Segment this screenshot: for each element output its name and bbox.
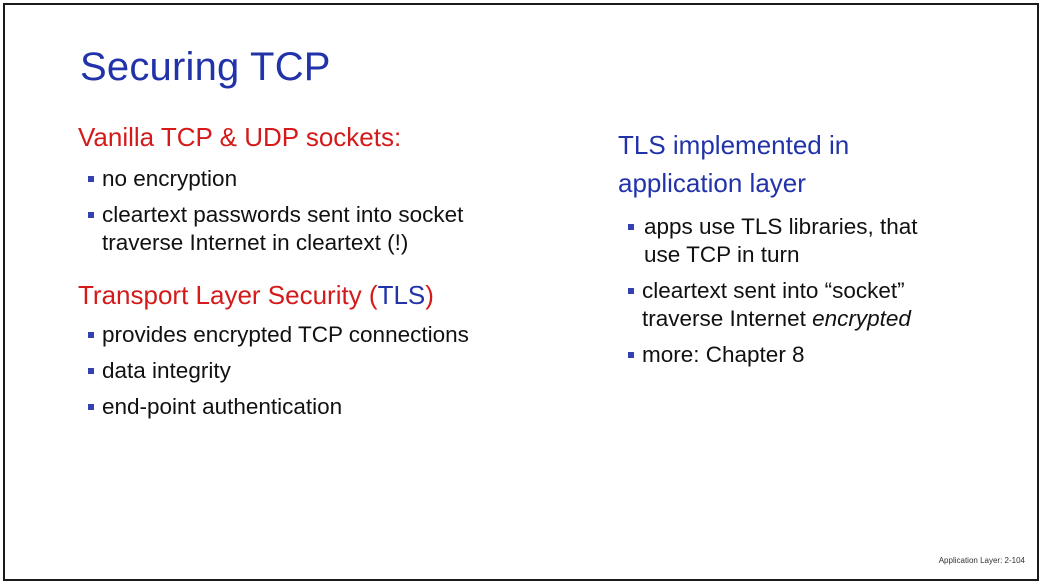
slide-title: Securing TCP [80, 45, 331, 89]
heading-vanilla-sockets: Vanilla TCP & UDP sockets: [78, 122, 402, 152]
bullet-square-icon [628, 224, 634, 230]
tls-acronym: TLS [377, 280, 426, 310]
bullet-square-icon [88, 368, 94, 374]
tls-features-list: provides encrypted TCP connections data … [88, 321, 469, 429]
heading-tls-application-layer: TLS implemented in application layer [618, 130, 850, 198]
slide-footer: Application Layer: 2-104 [938, 556, 1025, 565]
list-item: apps use TLS libraries, that use TCP in … [628, 213, 917, 269]
list-item: end-point authentication [88, 393, 469, 421]
bullet-square-icon [88, 212, 94, 218]
list-item: no encryption [88, 165, 463, 193]
slide: Securing TCP Vanilla TCP & UDP sockets: … [3, 3, 1039, 581]
vanilla-sockets-list: no encryption cleartext passwords sent i… [88, 165, 463, 265]
bullet-square-icon [88, 332, 94, 338]
list-item: cleartext sent into “socket” traverse In… [628, 277, 917, 333]
list-item: data integrity [88, 357, 469, 385]
bullet-square-icon [628, 288, 634, 294]
tls-application-list: apps use TLS libraries, that use TCP in … [628, 213, 917, 377]
bullet-square-icon [628, 352, 634, 358]
list-item: more: Chapter 8 [628, 341, 917, 369]
bullet-square-icon [88, 404, 94, 410]
list-item: provides encrypted TCP connections [88, 321, 469, 349]
heading-tls: Transport Layer Security (TLS) [78, 280, 434, 310]
bullet-square-icon [88, 176, 94, 182]
list-item: cleartext passwords sent into socket tra… [88, 201, 463, 257]
